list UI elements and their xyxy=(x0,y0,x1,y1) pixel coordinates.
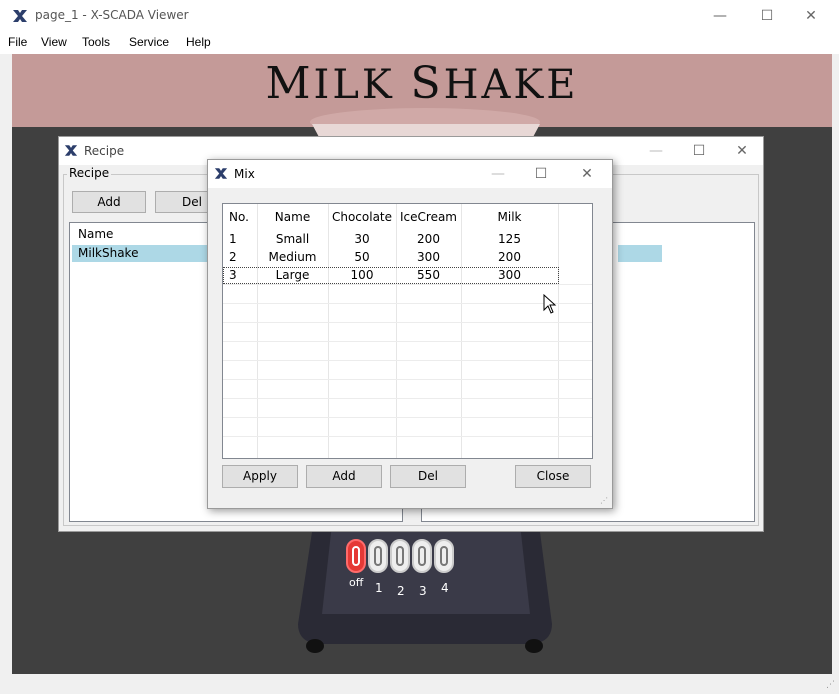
recipe-maximize-button[interactable]: ☐ xyxy=(684,140,714,162)
mix-close-button[interactable]: ✕ xyxy=(572,163,602,185)
menu-tools[interactable]: Tools xyxy=(82,35,110,49)
speed-knob-4[interactable] xyxy=(434,539,454,573)
recipe-close-button[interactable]: ✕ xyxy=(727,140,757,162)
menu-view[interactable]: View xyxy=(41,35,67,49)
mix-add-button[interactable]: Add xyxy=(306,465,382,488)
speed-knob-3[interactable] xyxy=(412,539,432,573)
menu-bar: File View Tools Service Help xyxy=(0,32,839,54)
mix-dialog-titlebar: Mix — ☐ ✕ xyxy=(208,160,612,188)
recipe-list-header: Name xyxy=(78,227,114,241)
speed-knob-2[interactable] xyxy=(390,539,410,573)
recipe-add-button[interactable]: Add xyxy=(72,191,146,213)
knob-label-off: off xyxy=(349,576,364,589)
close-button[interactable]: ✕ xyxy=(796,5,826,27)
mix-minimize-button[interactable]: — xyxy=(483,163,513,185)
title-bar: page_1 - X-SCADA Viewer — ☐ ✕ xyxy=(0,0,839,32)
maximize-button[interactable]: ☐ xyxy=(752,5,782,27)
mix-table[interactable]: No. Name Chocolate IceCream Milk 1 Small… xyxy=(222,203,593,459)
knob-label-2: 2 xyxy=(397,584,405,598)
menu-service[interactable]: Service xyxy=(129,35,169,49)
knob-label-1: 1 xyxy=(375,581,383,595)
mix-dialog: Mix — ☐ ✕ No. Name Chocolate IceCream Mi… xyxy=(207,159,613,509)
speed-knob-off[interactable] xyxy=(346,539,366,573)
column-header-name[interactable]: Name xyxy=(257,210,328,224)
table-row[interactable]: 2 Medium 50 300 200 xyxy=(223,249,592,265)
mix-close-dialog-button[interactable]: Close xyxy=(515,465,591,488)
recipe-group-label: Recipe xyxy=(67,166,112,180)
table-row[interactable]: 1 Small 30 200 125 xyxy=(223,231,592,247)
recipe-dialog-title: Recipe xyxy=(84,144,125,158)
resize-grip-icon[interactable]: ⋰ xyxy=(600,496,608,505)
status-bar xyxy=(0,674,839,694)
mix-del-button[interactable]: Del xyxy=(390,465,466,488)
column-header-icecream[interactable]: IceCream xyxy=(396,210,461,224)
app-icon xyxy=(64,145,78,156)
recipe-minimize-button[interactable]: — xyxy=(641,140,671,162)
mix-apply-button[interactable]: Apply xyxy=(222,465,298,488)
knob-label-4: 4 xyxy=(441,581,449,595)
speed-knob-1[interactable] xyxy=(368,539,388,573)
detail-selection xyxy=(618,245,662,262)
mouse-cursor-icon xyxy=(543,294,557,314)
mix-maximize-button[interactable]: ☐ xyxy=(526,163,556,185)
menu-file[interactable]: File xyxy=(8,35,27,49)
app-icon xyxy=(13,10,27,22)
column-header-milk[interactable]: Milk xyxy=(461,210,558,224)
resize-grip-icon[interactable]: ⋰ xyxy=(826,680,835,690)
window-title: page_1 - X-SCADA Viewer xyxy=(35,8,189,22)
minimize-button[interactable]: — xyxy=(705,5,735,27)
table-row[interactable]: 3 Large 100 550 300 xyxy=(223,267,559,284)
column-header-chocolate[interactable]: Chocolate xyxy=(328,210,396,224)
app-icon xyxy=(214,168,228,179)
mix-dialog-title: Mix xyxy=(234,167,255,181)
knob-label-3: 3 xyxy=(419,584,427,598)
column-header-no[interactable]: No. xyxy=(229,210,249,224)
menu-help[interactable]: Help xyxy=(186,35,211,49)
